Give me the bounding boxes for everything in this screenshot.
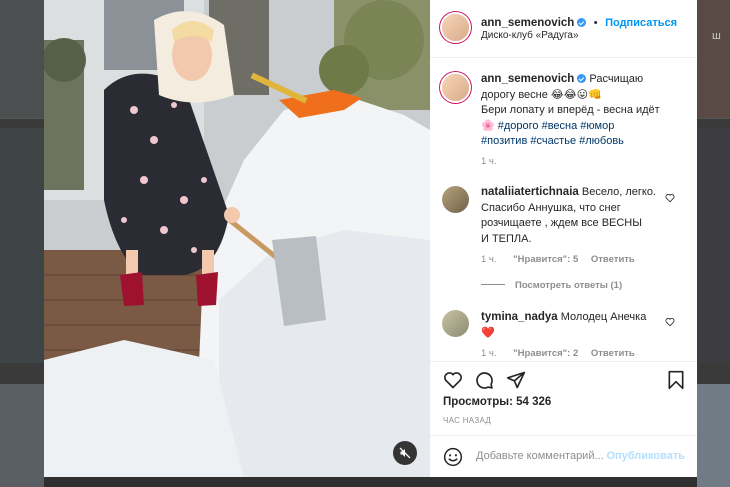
author-username[interactable]: ann_semenovich xyxy=(481,17,574,29)
comment-time: 1 ч. xyxy=(481,348,497,359)
view-replies-row[interactable]: Посмотреть ответы (1) xyxy=(481,280,622,291)
caption-hashtags-2[interactable]: #позитив #счастье #любовь xyxy=(481,135,624,147)
post-timestamp: ЧАС НАЗАД xyxy=(443,416,492,425)
background-tile xyxy=(0,128,44,363)
comment-line: Весело, легко. xyxy=(581,186,656,198)
comment-line: розчищаете , ждем все ВЕСНЫ xyxy=(481,217,642,229)
comment-1: nataliiatertichnaia Весело, легко. Спаси… xyxy=(481,185,671,247)
commenter-avatar[interactable] xyxy=(442,186,469,213)
caption-line-1: Расчищаю xyxy=(589,73,644,85)
mute-button[interactable] xyxy=(393,441,417,465)
comment-username[interactable]: nataliiatertichnaia xyxy=(481,186,579,198)
follow-button[interactable]: Подписаться xyxy=(605,17,677,29)
background-tile xyxy=(697,0,730,118)
comment-emoji: ❤️ xyxy=(481,326,495,339)
caption-text: ann_semenovich Расчищаю дорогу весне 😂😂😛… xyxy=(481,72,681,150)
background-tile xyxy=(0,384,44,487)
caption-line-2: дорогу весне 😂😂😛👊 xyxy=(481,88,602,101)
verified-icon xyxy=(577,18,587,27)
header-title-row: ann_semenovich • Подписаться xyxy=(481,13,677,31)
background-tile xyxy=(44,477,697,487)
comment-1-meta: 1 ч. "Нравится": 5 Ответить xyxy=(481,254,635,265)
caption-emoji: 🌸 xyxy=(481,119,495,132)
post-actions: Просмотры: 54 326 ЧАС НАЗАД xyxy=(430,361,697,435)
view-replies-button[interactable]: Посмотреть ответы (1) xyxy=(515,280,622,291)
comment-likes[interactable]: "Нравится": 2 xyxy=(513,348,578,359)
share-icon[interactable] xyxy=(506,370,526,390)
bookmark-icon[interactable] xyxy=(667,370,685,390)
separator-dot: • xyxy=(593,17,598,29)
comment-text: Молодец Анечка xyxy=(560,311,647,323)
comment-time: 1 ч. xyxy=(481,254,497,265)
video-frame xyxy=(44,0,430,477)
commenter-avatar[interactable] xyxy=(442,310,469,337)
add-comment-bar: Добавьте комментарий... Опубликовать xyxy=(430,435,697,477)
caption-time: 1 ч. xyxy=(481,156,497,167)
comment-2-meta: 1 ч. "Нравится": 2 Ответить xyxy=(481,348,635,359)
comment-input[interactable]: Добавьте комментарий... xyxy=(476,450,604,462)
comment-line: И ТЕПЛА. xyxy=(481,232,532,245)
background-tile xyxy=(697,128,730,363)
comment-like-heart-icon[interactable] xyxy=(665,193,675,203)
background-tile xyxy=(0,0,44,118)
verified-icon xyxy=(577,74,587,83)
publish-button[interactable]: Опубликовать xyxy=(606,450,685,462)
mute-icon xyxy=(399,447,411,459)
heart-icon[interactable] xyxy=(443,370,463,390)
emoji-icon[interactable] xyxy=(443,447,463,467)
caption-hashtags-1[interactable]: #дорого #весна #юмор xyxy=(498,120,615,132)
caption-avatar[interactable] xyxy=(442,74,469,101)
caption-line-3: Бери лопату и вперёд - весна идёт xyxy=(481,104,660,116)
comment-icon[interactable] xyxy=(474,370,494,390)
author-avatar[interactable] xyxy=(442,14,469,41)
comment-username[interactable]: tymina_nadya xyxy=(481,311,558,323)
comment-line: Спасибо Аннушка, что снег xyxy=(481,201,621,214)
comment-likes[interactable]: "Нравится": 5 xyxy=(513,254,578,265)
comment-2: tymina_nadya Молодец Анечка ❤️ xyxy=(481,310,671,341)
caption-username[interactable]: ann_semenovich xyxy=(481,73,574,85)
post-side-panel: ann_semenovich • Подписаться Диско-клуб … xyxy=(430,0,697,477)
views-count[interactable]: Просмотры: 54 326 xyxy=(443,396,551,408)
background-text: ш xyxy=(712,30,721,42)
post-location[interactable]: Диско-клуб «Радуга» xyxy=(481,30,579,41)
replies-line xyxy=(481,284,505,285)
background-tile xyxy=(697,384,730,487)
comments-list: ann_semenovich Расчищаю дорогу весне 😂😂😛… xyxy=(430,58,697,361)
post-header: ann_semenovich • Подписаться Диско-клуб … xyxy=(430,0,697,58)
post-media[interactable] xyxy=(44,0,430,477)
reply-button[interactable]: Ответить xyxy=(591,254,635,265)
reply-button[interactable]: Ответить xyxy=(591,348,635,359)
comment-like-heart-icon[interactable] xyxy=(665,317,675,327)
